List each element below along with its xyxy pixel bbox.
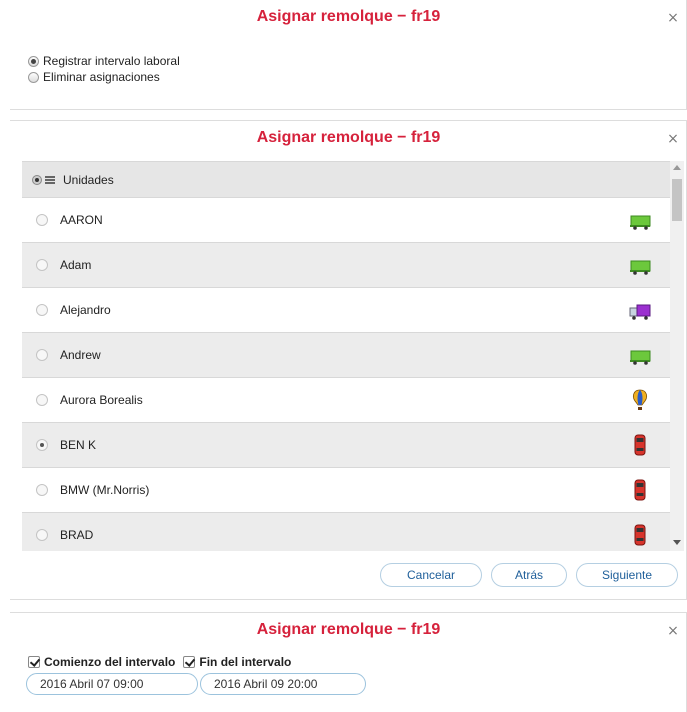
back-button[interactable]: Atrás [491,563,567,587]
radio-icon[interactable] [36,349,48,361]
car-red-icon [634,479,646,501]
select-all-icon[interactable] [32,174,55,185]
list-item[interactable]: Adam [22,243,672,288]
end-interval-checkbox[interactable] [183,656,196,668]
scroll-thumb[interactable] [672,179,682,221]
unit-name: Alejandro [60,303,111,317]
car-red-icon [634,524,646,546]
unit-name: BEN K [60,438,97,452]
car-red-icon [634,434,646,456]
option-delete-assignments[interactable]: Eliminar asignaciones [28,70,160,84]
radio-icon[interactable] [36,484,48,496]
units-list-header[interactable]: Unidades [22,162,672,198]
dialog-title: Asignar remolque − fr19 [256,621,441,638]
close-icon[interactable]: × [666,624,680,638]
list-item[interactable]: BMW (Mr.Norris) [22,468,672,513]
radio-icon[interactable] [36,529,48,541]
list-item[interactable]: BRAD [22,513,672,551]
list-item[interactable]: Andrew [22,333,672,378]
unit-name: BRAD [60,528,94,542]
hot-air-balloon-icon [633,389,647,410]
units-list: Unidades AARON Adam Alejandro Andrew Aur… [22,161,672,551]
end-datetime-input[interactable] [200,673,366,695]
scroll-down-arrow-icon[interactable] [673,540,681,545]
list-scrollbar[interactable] [670,161,684,551]
radio-icon[interactable] [36,394,48,406]
dialog-step-3: Asignar remolque − fr19 × Comienzo del i… [10,612,687,712]
radio-selected-icon[interactable] [28,55,39,67]
start-datetime-input[interactable] [26,673,198,695]
dialog-title: Asignar remolque − fr19 [256,129,441,146]
truck-green-icon [630,350,651,365]
truck-green-icon [630,215,651,230]
truck-green-icon [630,260,651,275]
unit-name: Aurora Borealis [60,393,143,407]
scroll-up-arrow-icon[interactable] [673,165,681,170]
radio-icon[interactable] [36,259,48,271]
radio-icon[interactable] [28,71,39,83]
option-label: Registrar intervalo laboral [43,54,180,68]
unit-name: BMW (Mr.Norris) [60,483,150,497]
end-interval-label: Fin del intervalo [199,655,292,669]
next-button[interactable]: Siguiente [576,563,678,587]
list-item[interactable]: AARON [22,198,672,243]
cancel-button[interactable]: Cancelar [380,563,482,587]
radio-icon[interactable] [36,214,48,226]
dialog-title: Asignar remolque − fr19 [256,8,441,25]
truck-purple-icon [629,304,651,320]
interval-checkboxes: Comienzo del intervalo Fin del intervalo [28,655,291,669]
dialog-step-1: Asignar remolque − fr19 × Registrar inte… [10,0,687,110]
option-register-interval[interactable]: Registrar intervalo laboral [28,54,180,68]
close-icon[interactable]: × [666,11,680,25]
units-header-label: Unidades [63,172,114,187]
list-item[interactable]: BEN K [22,423,672,468]
start-interval-label: Comienzo del intervalo [44,655,176,669]
close-icon[interactable]: × [666,132,680,146]
dialog-step-2: Asignar remolque − fr19 × Unidades AARON… [10,120,687,600]
radio-icon[interactable] [36,304,48,316]
unit-name: Andrew [60,348,101,362]
list-item[interactable]: Aurora Borealis [22,378,672,423]
radio-selected-icon[interactable] [36,439,48,451]
list-item[interactable]: Alejandro [22,288,672,333]
unit-name: Adam [60,258,92,272]
start-interval-checkbox[interactable] [28,656,40,668]
unit-name: AARON [60,213,103,227]
option-label: Eliminar asignaciones [43,70,160,84]
